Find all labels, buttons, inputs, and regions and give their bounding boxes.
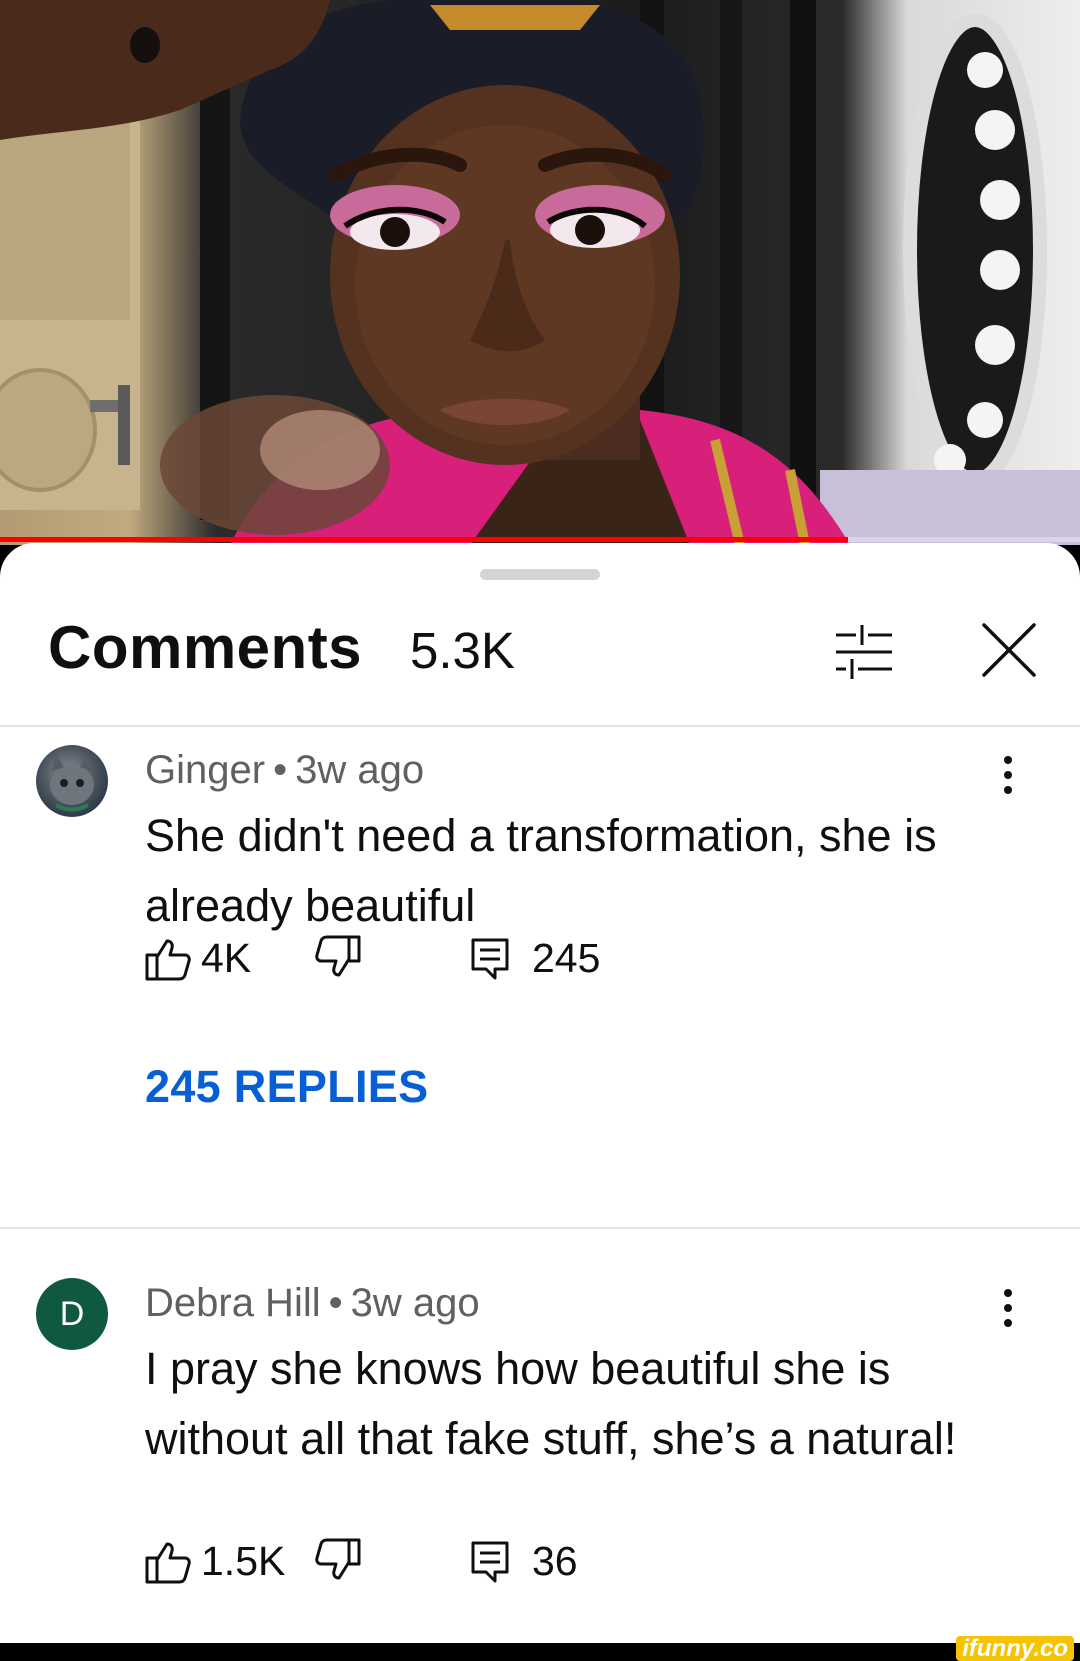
bottom-black-bar	[0, 1643, 1080, 1661]
watermark: ifunny.co	[956, 1636, 1074, 1661]
avatar[interactable]	[36, 745, 108, 817]
video-frame	[0, 0, 1080, 545]
comment-meta: Debra Hill • 3w ago	[145, 1281, 480, 1326]
dislike-button[interactable]	[315, 1538, 361, 1582]
like-count: 1.5K	[201, 1538, 286, 1584]
video-progress-fill	[0, 537, 848, 542]
thumbs-up-icon	[145, 939, 191, 980]
close-icon[interactable]	[978, 619, 1040, 681]
comment-meta: Ginger • 3w ago	[145, 748, 424, 793]
drag-handle[interactable]	[480, 569, 600, 580]
meta-separator: •	[273, 748, 288, 792]
like-button[interactable]: 4K	[145, 935, 251, 982]
comment-time: 3w ago	[350, 1281, 480, 1325]
comments-sheet: Comments 5.3K Ginger • 3w ago She didn't…	[0, 543, 1080, 1643]
comment-text: She didn't need a transformation, she is…	[145, 810, 937, 931]
reply-comment-icon	[471, 1541, 509, 1582]
reply-comment-icon	[471, 938, 509, 979]
video-player[interactable]	[0, 0, 1080, 545]
dislike-button[interactable]	[315, 935, 361, 979]
comments-count: 5.3K	[410, 622, 515, 679]
reply-count: 36	[532, 1538, 578, 1584]
avatar-letter: D	[59, 1294, 85, 1333]
like-button[interactable]: 1.5K	[145, 1538, 285, 1585]
like-count: 4K	[201, 935, 252, 981]
comment-time: 3w ago	[295, 748, 425, 792]
avatar[interactable]: D	[36, 1278, 108, 1350]
more-options-icon[interactable]	[988, 750, 1028, 800]
header-divider	[0, 725, 1080, 727]
thumbs-down-icon	[315, 935, 361, 977]
thumbs-up-icon	[145, 1542, 191, 1583]
comments-title: Comments	[48, 614, 363, 681]
cat-photo-avatar-icon	[50, 755, 94, 812]
reply-count: 245	[532, 935, 601, 981]
filter-sliders-icon[interactable]	[834, 623, 894, 679]
meta-separator: •	[328, 1281, 343, 1325]
comment-text: I pray she knows how beautiful she is wi…	[145, 1343, 957, 1464]
video-progress-bar[interactable]	[0, 537, 1080, 542]
more-options-icon[interactable]	[988, 1283, 1028, 1333]
reply-button[interactable]: 36	[470, 1538, 578, 1585]
view-replies-link[interactable]: 245 REPLIES	[145, 1061, 428, 1113]
thumbs-down-icon	[315, 1538, 361, 1580]
comment-author[interactable]: Ginger	[145, 748, 265, 792]
comment-divider	[0, 1227, 1080, 1229]
reply-button[interactable]: 245	[470, 935, 600, 982]
comment-author[interactable]: Debra Hill	[145, 1281, 321, 1325]
